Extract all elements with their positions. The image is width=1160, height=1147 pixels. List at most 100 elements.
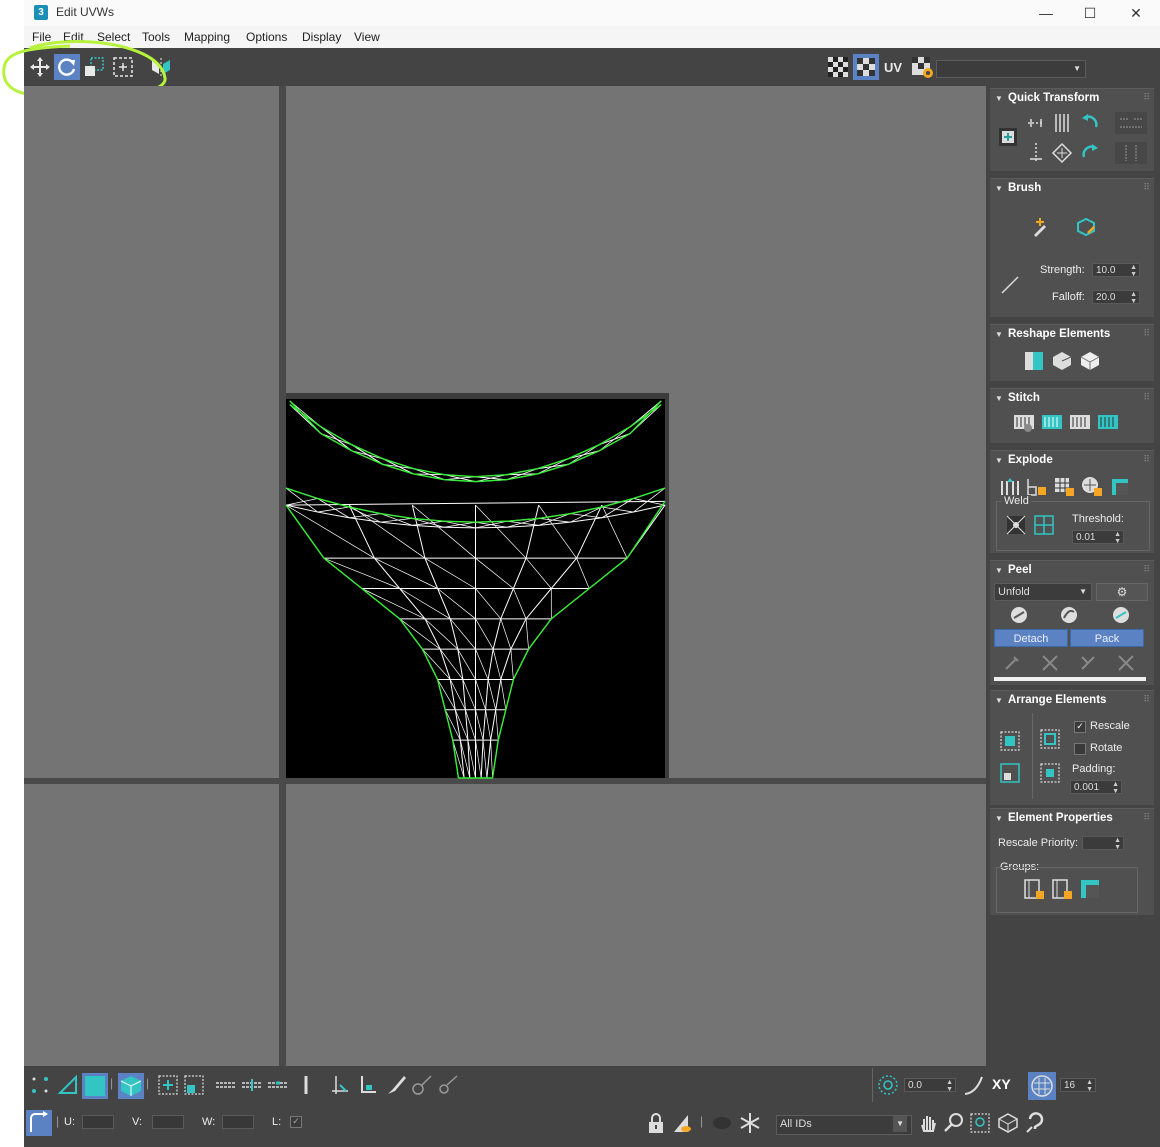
rollout-title[interactable]: Arrange Elements <box>1008 694 1106 706</box>
paint-move-icon[interactable] <box>1028 215 1052 239</box>
falloff-curve-icon[interactable] <box>962 1073 986 1097</box>
xy-label[interactable]: XY <box>992 1076 1011 1092</box>
shrink-brush-icon[interactable] <box>436 1073 460 1097</box>
texture-settings-icon[interactable] <box>910 55 934 79</box>
flatten-by-material-icon[interactable] <box>1080 475 1104 499</box>
rescale-checkbox[interactable]: ✓ <box>1074 721 1086 733</box>
brush-size-icon[interactable] <box>998 273 1022 297</box>
zoom-icon[interactable] <box>942 1111 966 1135</box>
falloff-distance-spinner[interactable]: 0.0 ▲ ▼ <box>904 1078 956 1093</box>
menu-mapping[interactable]: Mapping <box>184 30 230 44</box>
select-by-angle-icon[interactable] <box>328 1073 352 1097</box>
straighten-icon[interactable] <box>1050 141 1074 165</box>
absolute-offset-button[interactable] <box>26 1110 52 1136</box>
collapse-triangle-icon[interactable]: ▼ <box>995 94 1003 103</box>
pack-uniform-icon[interactable] <box>1038 761 1062 785</box>
show-map-button[interactable] <box>853 54 879 80</box>
collapse-triangle-icon[interactable]: ▼ <box>995 330 1003 339</box>
rollout-title[interactable]: Quick Transform <box>1008 92 1099 104</box>
close-button[interactable]: ✕ <box>1114 3 1158 23</box>
loop-select-icon[interactable] <box>214 1073 238 1097</box>
reset-peel-icon[interactable] <box>1108 603 1134 627</box>
uv-label[interactable]: UV <box>884 60 902 75</box>
peel-settings-button[interactable]: ⚙ <box>1096 583 1148 601</box>
grip-icon[interactable]: ⠿ <box>1143 92 1150 103</box>
uv-viewport[interactable] <box>24 86 986 1066</box>
zoom-region-icon[interactable] <box>968 1111 992 1135</box>
quick-peel-icon[interactable] <box>1006 603 1032 627</box>
rescale-priority-spinner[interactable]: ▲ ▼ <box>1082 836 1124 851</box>
collapse-triangle-icon[interactable]: ▼ <box>995 184 1003 193</box>
pack-together-icon[interactable] <box>1038 727 1062 751</box>
padding-spinner[interactable]: 0.001 ▲ ▼ <box>1070 780 1122 795</box>
pack-custom-icon[interactable] <box>998 761 1022 785</box>
hide-icon[interactable] <box>670 1111 694 1135</box>
collapse-triangle-icon[interactable]: ▼ <box>995 566 1003 575</box>
menu-view[interactable]: View <box>354 30 380 44</box>
flatten-by-smoothing-icon[interactable] <box>1052 475 1076 499</box>
rotate-cw-icon[interactable] <box>1078 141 1102 165</box>
unhide-icon[interactable] <box>710 1111 734 1135</box>
material-ids-dropdown[interactable]: All IDs ▼ <box>776 1115 912 1135</box>
falloff-spinner[interactable]: 20.0 ▲ ▼ <box>1092 290 1140 305</box>
spinner-arrows-icon[interactable]: ▲ ▼ <box>1114 837 1121 851</box>
polygon-mode-button[interactable] <box>82 1073 108 1099</box>
pack-button[interactable]: Pack <box>1070 629 1144 647</box>
collapse-triangle-icon[interactable]: ▼ <box>995 394 1003 403</box>
help-icon[interactable] <box>1024 1111 1048 1135</box>
edge-mode-icon[interactable] <box>56 1073 80 1097</box>
weld-target-icon[interactable] <box>1032 513 1056 537</box>
menu-display[interactable]: Display <box>302 30 341 44</box>
spinner-arrows-icon[interactable]: ▲ ▼ <box>1130 291 1137 305</box>
grid-snap-button[interactable] <box>1028 1072 1056 1100</box>
enlarge-brush-icon[interactable] <box>410 1073 434 1097</box>
grip-icon[interactable]: ⠿ <box>1143 182 1150 193</box>
rollout-title[interactable]: Peel <box>1008 564 1032 576</box>
minimize-button[interactable]: — <box>1024 3 1068 23</box>
spinner-arrows-icon[interactable]: ▲ ▼ <box>946 1079 953 1093</box>
rollout-title[interactable]: Element Properties <box>1008 812 1113 824</box>
stitch-source-icon[interactable] <box>1096 411 1120 435</box>
pin-edges-icon[interactable] <box>1076 651 1100 675</box>
align-vertical-dashed-icon[interactable] <box>1024 141 1048 165</box>
soft-selection-icon[interactable] <box>876 1073 900 1097</box>
select-by-element-icon[interactable] <box>356 1073 380 1097</box>
stitch-custom-icon[interactable] <box>1012 411 1036 435</box>
spinner-arrows-icon[interactable]: ▲ ▼ <box>1114 531 1121 545</box>
group-ungroup-icon[interactable] <box>1050 877 1074 901</box>
peel-mode-icon[interactable] <box>1056 603 1082 627</box>
rollout-title[interactable]: Reshape Elements <box>1008 328 1110 340</box>
texture-dropdown[interactable]: ▼ <box>936 60 1086 78</box>
lock-icon[interactable] <box>644 1111 668 1135</box>
lock-l-checkbox[interactable]: ✓ <box>290 1116 302 1128</box>
group-select-icon[interactable] <box>1022 877 1046 901</box>
uv-canvas[interactable] <box>24 86 986 1066</box>
u-input[interactable] <box>82 1115 114 1129</box>
unpin-all-icon[interactable] <box>1114 651 1138 675</box>
zoom-extents-icon[interactable] <box>996 1111 1020 1135</box>
pin-icon[interactable] <box>1000 651 1024 675</box>
space-horizontal-icon[interactable] <box>1114 111 1148 135</box>
collapse-triangle-icon[interactable]: ▼ <box>995 696 1003 705</box>
menu-options[interactable]: Options <box>246 30 287 44</box>
unpin-icon[interactable] <box>1038 651 1062 675</box>
w-input[interactable] <box>222 1115 254 1129</box>
grip-icon[interactable]: ⠿ <box>1143 694 1150 705</box>
rollout-title[interactable]: Explode <box>1008 454 1053 466</box>
pan-hand-icon[interactable] <box>916 1111 940 1135</box>
pack-normalize-icon[interactable] <box>998 729 1022 753</box>
v-input[interactable] <box>152 1115 184 1129</box>
spinner-arrows-icon[interactable]: ▲ ▼ <box>1130 264 1137 278</box>
grip-icon[interactable]: ⠿ <box>1143 392 1150 403</box>
spinner-arrows-icon[interactable]: ▲ ▼ <box>1086 1079 1093 1093</box>
shrink-selection-icon[interactable] <box>182 1073 206 1097</box>
stitch-average-icon[interactable] <box>1068 411 1092 435</box>
collapse-triangle-icon[interactable]: ▼ <box>995 456 1003 465</box>
grip-icon[interactable]: ⠿ <box>1143 564 1150 575</box>
group-icon[interactable] <box>1078 877 1102 901</box>
relax-brush-icon[interactable] <box>1074 215 1098 239</box>
spinner-arrows-icon[interactable]: ▲ ▼ <box>1112 781 1119 795</box>
strength-spinner[interactable]: 10.0 ▲ ▼ <box>1092 263 1140 278</box>
maximize-button[interactable]: ☐ <box>1068 3 1112 23</box>
paint-select-icon[interactable] <box>384 1073 408 1097</box>
